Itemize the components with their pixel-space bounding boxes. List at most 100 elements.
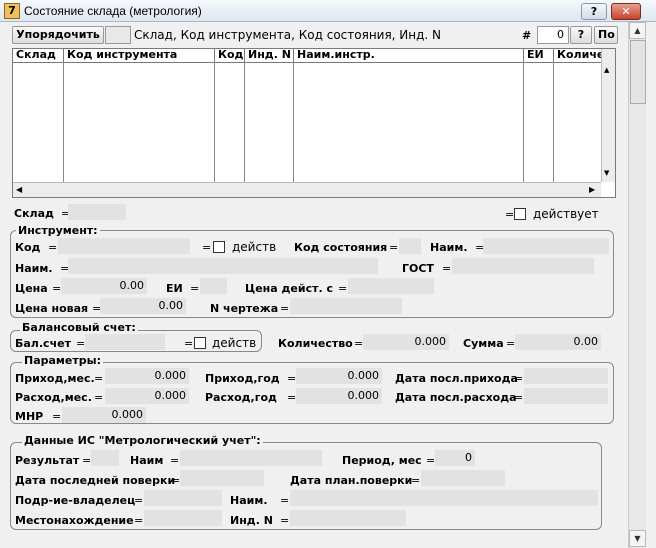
count-hash-label: #: [522, 29, 532, 42]
eq-label: =: [280, 514, 290, 527]
bal-active-checkbox[interactable]: [194, 337, 206, 349]
plan-check-field[interactable]: [421, 470, 505, 486]
balance-group-title: Балансовый счет:: [20, 321, 138, 334]
n-chert-field[interactable]: [290, 298, 402, 314]
ei-field[interactable]: [200, 278, 227, 294]
last-check-label: Дата последней поверки: [15, 474, 176, 487]
naim-full-field[interactable]: [68, 258, 378, 274]
date-prihod-field[interactable]: [524, 368, 608, 384]
cena-deist-field[interactable]: [348, 278, 434, 294]
kod-sost-field[interactable]: [399, 238, 421, 254]
kod-field[interactable]: [58, 238, 190, 254]
period-field[interactable]: 0: [435, 450, 475, 466]
eq-label: =: [389, 241, 399, 254]
eq-label: =: [411, 474, 421, 487]
grid-vscroll[interactable]: ▲ ▼: [601, 49, 615, 182]
column-divider: [293, 62, 294, 182]
ei-label: ЕИ: [166, 282, 183, 295]
rashod-god-field[interactable]: 0.000: [296, 388, 382, 404]
scroll-up-arrow-icon[interactable]: ▲: [629, 22, 646, 39]
count-help-button[interactable]: ?: [570, 26, 592, 44]
scroll-thumb[interactable]: [630, 40, 646, 104]
eq-label: =: [280, 494, 290, 507]
naim2-label: Наим.: [15, 262, 53, 275]
grid-hscroll[interactable]: ◀ ▶: [13, 182, 601, 197]
grid-scroll-down-icon[interactable]: ▼: [604, 169, 609, 177]
bal-schet-field[interactable]: [85, 334, 165, 350]
date-rashod-label: Дата посл.расхода: [395, 391, 517, 404]
location-field[interactable]: [144, 510, 222, 526]
kod-active-label: действ: [232, 240, 277, 254]
location-label: Местонахождение: [15, 514, 134, 527]
eq-label: =: [287, 391, 297, 404]
ind-n-field[interactable]: [290, 510, 406, 526]
metro-naim-field[interactable]: [180, 450, 322, 466]
rashod-god-label: Расход,год: [205, 391, 277, 404]
eq-label: =: [52, 282, 62, 295]
eq-label: =: [287, 372, 297, 385]
owner-field[interactable]: [144, 490, 222, 506]
ind-n-label: Инд. N: [230, 514, 273, 527]
search-button[interactable]: По: [594, 26, 618, 44]
instrument-group-title: Инструмент:: [16, 224, 100, 237]
gost-field[interactable]: [452, 258, 594, 274]
kolichestvo-label: Количество: [278, 337, 353, 350]
sklad-active-checkbox[interactable]: [514, 208, 526, 220]
column-header[interactable]: Количе: [554, 49, 602, 62]
date-rashod-field[interactable]: [524, 388, 608, 404]
app-icon: 7: [4, 3, 20, 19]
stock-table[interactable]: Склад Код инструмента Код Инд. N Наим.ин…: [12, 48, 616, 198]
metro-naim2-field[interactable]: [290, 490, 598, 506]
help-window-button[interactable]: ?: [581, 3, 607, 20]
mnr-field[interactable]: 0.000: [62, 407, 146, 423]
grid-scroll-left-icon[interactable]: ◀: [16, 185, 22, 194]
cena-field[interactable]: 0.00: [61, 278, 147, 294]
grid-scroll-right-icon[interactable]: ▶: [589, 185, 595, 194]
prihod-god-field[interactable]: 0.000: [296, 368, 382, 384]
bal-schet-label: Бал.счет: [15, 337, 71, 350]
owner-label: Подр-ие-владелец: [15, 494, 136, 507]
count-field: 0: [537, 26, 569, 44]
cena-new-field[interactable]: 0.00: [100, 298, 186, 314]
column-header[interactable]: Инд. N: [245, 49, 294, 62]
params-group-title: Параметры:: [22, 354, 103, 367]
eq-label: =: [505, 208, 515, 221]
kolichestvo-field[interactable]: 0.000: [363, 334, 449, 350]
metrology-group-title: Данные ИС "Метрологический учет":: [22, 434, 263, 447]
grid-scroll-up-icon[interactable]: ▲: [604, 66, 609, 74]
column-header[interactable]: Код: [215, 49, 245, 62]
sklad-field[interactable]: [68, 204, 126, 220]
column-header[interactable]: Наим.инстр.: [294, 49, 524, 62]
form-scrollbar[interactable]: ▲ ▼: [628, 22, 646, 548]
column-header[interactable]: Код инструмента: [64, 49, 215, 62]
last-check-field[interactable]: [180, 470, 264, 486]
eq-label: =: [202, 241, 212, 254]
eq-label: =: [426, 454, 436, 467]
metro-naim2-label: Наим.: [230, 494, 268, 507]
sklad-active-label: действует: [533, 207, 599, 221]
close-window-button[interactable]: ✕: [611, 3, 641, 20]
cena-label: Цена: [15, 282, 48, 295]
prihod-mes-label: Приход,мес.: [15, 372, 95, 385]
naim-label: Наим.: [430, 241, 468, 254]
column-divider: [214, 62, 215, 182]
column-header[interactable]: ЕИ: [524, 49, 554, 62]
prihod-mes-field[interactable]: 0.000: [105, 368, 189, 384]
sort-field-button[interactable]: [105, 26, 131, 44]
scroll-down-arrow-icon[interactable]: ▼: [629, 530, 646, 547]
column-divider: [244, 62, 245, 182]
kod-active-checkbox[interactable]: [213, 241, 225, 253]
date-prihod-label: Дата посл.прихода: [395, 372, 518, 385]
rashod-mes-field[interactable]: 0.000: [105, 388, 189, 404]
summa-field[interactable]: 0.00: [515, 334, 601, 350]
sort-button[interactable]: Упорядочить: [12, 26, 104, 44]
kod-label: Код: [15, 241, 41, 254]
column-header[interactable]: Склад: [13, 49, 64, 62]
column-divider: [63, 62, 64, 182]
eq-label: =: [52, 410, 62, 423]
kod-sost-label: Код состояния: [294, 241, 388, 254]
sklad-label: Склад: [14, 207, 54, 220]
naim-short-field[interactable]: [483, 238, 609, 254]
eq-label: =: [354, 337, 364, 350]
result-field[interactable]: [91, 450, 119, 466]
